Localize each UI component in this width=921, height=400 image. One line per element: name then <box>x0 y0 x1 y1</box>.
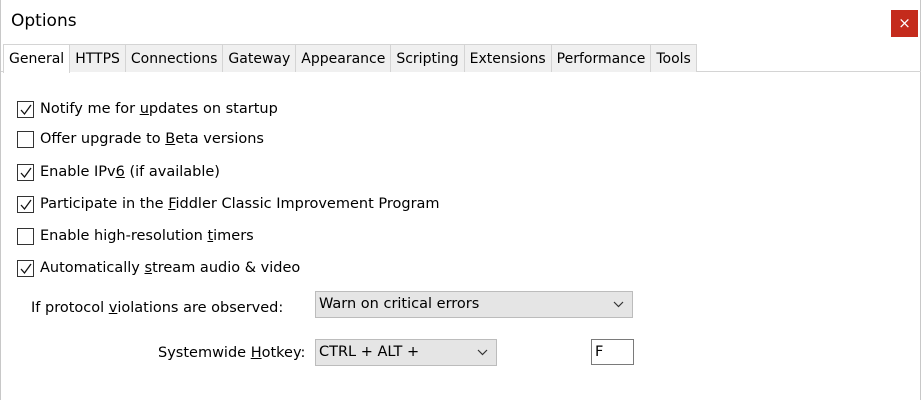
checkbox[interactable] <box>17 259 34 277</box>
hotkey-key-input[interactable]: F <box>591 339 634 365</box>
option-improvement-program[interactable]: Participate in the Fiddler Classic Impro… <box>17 194 440 214</box>
checkbox[interactable] <box>17 227 34 245</box>
tab-https[interactable]: HTTPS <box>69 44 126 72</box>
option-stream-audio-video[interactable]: Automatically stream audio & video <box>17 258 300 278</box>
chevron-down-icon <box>613 292 624 317</box>
options-window: Options × General HTTPS Connections Gate… <box>0 0 921 400</box>
option-enable-ipv6[interactable]: Enable IPv6 (if available) <box>17 162 220 182</box>
checkmark-icon <box>20 199 32 210</box>
hotkey-modifier-dropdown[interactable]: CTRL + ALT + <box>315 339 497 366</box>
option-label: Enable IPv6 (if available) <box>40 164 220 180</box>
close-icon: × <box>898 14 911 32</box>
window-title: Options <box>11 11 77 31</box>
option-label: Notify me for updates on startup <box>40 101 278 117</box>
protocol-violations-label: If protocol violations are observed: <box>31 300 284 316</box>
option-label: Enable high-resolution timers <box>40 228 254 244</box>
dropdown-value: Warn on critical errors <box>319 296 480 312</box>
hotkey-label: Systemwide Hotkey: <box>158 345 306 361</box>
checkbox[interactable] <box>17 195 34 213</box>
option-high-res-timers[interactable]: Enable high-resolution timers <box>17 226 254 246</box>
option-label: Offer upgrade to Beta versions <box>40 131 264 147</box>
tab-bar: General HTTPS Connections Gateway Appear… <box>1 44 921 73</box>
checkbox[interactable] <box>17 130 34 148</box>
option-label: Participate in the Fiddler Classic Impro… <box>40 196 440 212</box>
checkmark-icon <box>20 104 32 115</box>
option-notify-updates[interactable]: Notify me for updates on startup <box>17 99 278 119</box>
tab-gateway[interactable]: Gateway <box>222 44 297 72</box>
checkbox[interactable] <box>17 100 34 118</box>
tab-general[interactable]: General <box>3 44 71 73</box>
dropdown-value: CTRL + ALT + <box>319 344 420 360</box>
tab-connections[interactable]: Connections <box>124 44 224 72</box>
protocol-violations-dropdown[interactable]: Warn on critical errors <box>315 291 633 318</box>
checkmark-icon <box>20 167 32 178</box>
tab-performance[interactable]: Performance <box>550 44 652 72</box>
close-button[interactable]: × <box>891 10 918 37</box>
option-beta-versions[interactable]: Offer upgrade to Beta versions <box>17 129 264 149</box>
tab-scripting[interactable]: Scripting <box>390 44 465 72</box>
chevron-down-icon <box>477 340 488 365</box>
tab-tools[interactable]: Tools <box>650 44 697 72</box>
checkbox[interactable] <box>17 163 34 181</box>
tab-appearance[interactable]: Appearance <box>295 44 392 72</box>
tab-extensions[interactable]: Extensions <box>463 44 552 72</box>
option-label: Automatically stream audio & video <box>40 260 301 276</box>
checkmark-icon <box>20 263 32 274</box>
